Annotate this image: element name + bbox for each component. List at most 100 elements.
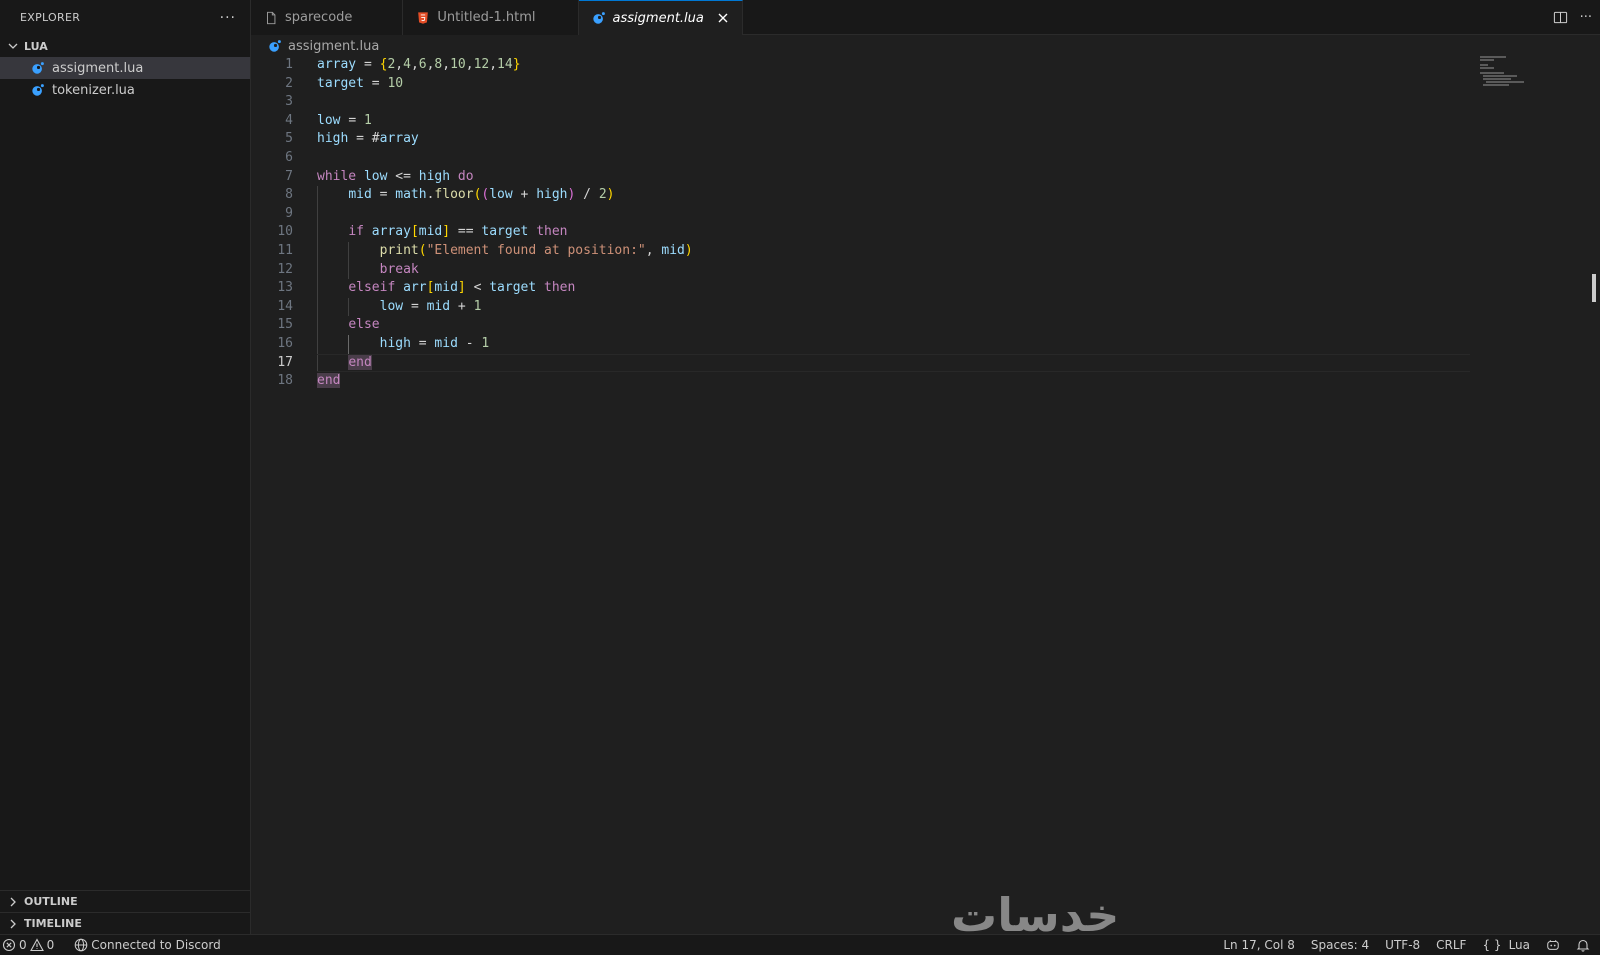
language-label: Lua <box>1508 938 1530 952</box>
code-text: if array[mid] == target then <box>317 223 568 242</box>
outline-section[interactable]: OUTLINE <box>0 890 250 912</box>
line-number: 8 <box>285 187 293 203</box>
code-line: 9 <box>251 204 1470 224</box>
tab-label: sparecode <box>285 10 353 25</box>
file-name: assigment.lua <box>52 60 144 76</box>
code-line: 7 while low <= high do <box>251 168 1470 187</box>
code-line: 15 else <box>251 316 1470 335</box>
file-item-tokenizer[interactable]: tokenizer.lua <box>0 79 250 101</box>
code-text: high = #array <box>317 131 419 147</box>
line-number: 16 <box>277 335 293 351</box>
code-line: 6 <box>251 149 1470 168</box>
line-number: 13 <box>277 280 293 296</box>
explorer-header: EXPLORER ··· <box>0 0 250 35</box>
code-text: break <box>317 260 419 280</box>
timeline-label: TIMELINE <box>24 917 82 930</box>
code-text: high = mid - 1 <box>317 334 489 354</box>
explorer-more-button[interactable]: ··· <box>220 10 236 26</box>
code-line: 18 end <box>251 372 1470 391</box>
globe-icon <box>74 938 88 952</box>
code-text: else <box>317 316 380 335</box>
copilot-icon[interactable] <box>1546 938 1560 952</box>
language-mode[interactable]: { } Lua <box>1482 938 1530 952</box>
file-item-assigment[interactable]: assigment.lua <box>0 57 250 79</box>
problems-indicator[interactable]: 0 0 <box>2 938 54 952</box>
line-number: 7 <box>285 168 293 184</box>
line-number: 3 <box>285 94 293 110</box>
line-number: 6 <box>285 149 293 165</box>
tab-bar: sparecode Untitled-1.html assigment.lua <box>251 0 1600 35</box>
code-line: 2 target = 10 <box>251 75 1470 94</box>
breadcrumb[interactable]: assigment.lua <box>251 35 1600 57</box>
folder-name: LUA <box>24 39 48 53</box>
line-number: 5 <box>285 131 293 147</box>
cursor-position[interactable]: Ln 17, Col 8 <box>1223 938 1295 952</box>
code-line: 3 <box>251 93 1470 112</box>
minimap[interactable] <box>1480 56 1590 92</box>
code-line: 16 high = mid - 1 <box>251 334 1470 354</box>
encoding[interactable]: UTF-8 <box>1385 938 1420 952</box>
status-right: Ln 17, Col 8 Spaces: 4 UTF-8 CRLF { } Lu… <box>1223 938 1600 952</box>
file-name: tokenizer.lua <box>52 82 135 98</box>
line-number: 14 <box>277 298 293 314</box>
code-text: mid = math.floor((low + high) / 2) <box>317 186 614 205</box>
code-text: target = 10 <box>317 75 404 91</box>
line-number: 11 <box>277 242 293 258</box>
discord-label: Connected to Discord <box>91 938 221 952</box>
code-text: low = mid + 1 <box>317 297 481 317</box>
explorer-title: EXPLORER <box>20 11 81 24</box>
error-icon <box>2 938 16 952</box>
line-number: 10 <box>277 224 293 240</box>
sidebar-bottom-sections: OUTLINE TIMELINE <box>0 890 250 934</box>
line-number: 1 <box>285 57 293 72</box>
file-icon <box>263 10 279 26</box>
code-text: end <box>317 353 372 373</box>
code-text: elseif arr[mid] < target then <box>317 279 575 298</box>
code-text: while low <= high do <box>317 168 474 184</box>
line-number: 15 <box>277 317 293 333</box>
tab-assigment-lua[interactable]: assigment.lua <box>578 0 743 35</box>
code-line: 12 break <box>251 260 1470 280</box>
tab-sparecode[interactable]: sparecode <box>251 0 404 35</box>
code-text: low = 1 <box>317 112 372 128</box>
more-actions-button[interactable]: ··· <box>1580 10 1592 25</box>
close-icon[interactable] <box>714 9 732 27</box>
chevron-right-icon <box>6 917 20 931</box>
bell-icon[interactable] <box>1576 938 1590 952</box>
folder-lua[interactable]: LUA <box>0 35 250 57</box>
tab-label: Untitled-1.html <box>437 10 536 25</box>
line-number: 17 <box>277 354 293 370</box>
timeline-section[interactable]: TIMELINE <box>0 912 250 934</box>
line-number: 12 <box>277 261 293 277</box>
indentation[interactable]: Spaces: 4 <box>1311 938 1369 952</box>
lua-icon <box>30 82 46 98</box>
code-text: end <box>317 373 341 389</box>
code-line: 11 print("Element found at position:", m… <box>251 241 1470 261</box>
html-icon <box>415 10 431 26</box>
line-number: 18 <box>277 373 293 389</box>
scrollbar-cursor-marker[interactable] <box>1592 274 1596 302</box>
breadcrumb-file: assigment.lua <box>288 38 380 54</box>
error-count: 0 <box>19 938 27 952</box>
status-bar: 0 0 Connected to Discord Ln 17, Col 8 Sp… <box>0 934 1600 955</box>
code-editor[interactable]: 1 array = {2,4,6,8,10,12,14} 2 target = 10… <box>251 56 1470 391</box>
warning-count: 0 <box>46 938 55 952</box>
code-line: 4 low = 1 <box>251 112 1470 131</box>
split-editor-icon[interactable] <box>1553 10 1568 25</box>
editor-actions: ··· <box>1553 0 1592 35</box>
line-number: 4 <box>285 112 293 128</box>
code-line-current: 17 end <box>251 353 1470 373</box>
code-line: 13 elseif arr[mid] < target then <box>251 279 1470 298</box>
line-number: 9 <box>285 205 293 221</box>
line-endings[interactable]: CRLF <box>1436 938 1466 952</box>
code-line: 5 high = #array <box>251 130 1470 149</box>
discord-status[interactable]: Connected to Discord <box>74 938 221 952</box>
tab-untitled-html[interactable]: Untitled-1.html <box>403 0 579 35</box>
code-line: 1 array = {2,4,6,8,10,12,14} <box>251 56 1470 75</box>
code-text: print("Element found at position:", mid) <box>317 241 693 261</box>
status-left: 0 0 Connected to Discord <box>0 938 221 952</box>
braces-icon: { } <box>1482 938 1502 952</box>
lua-icon <box>591 10 607 26</box>
editor-area: sparecode Untitled-1.html assigment.lua <box>251 0 1600 942</box>
code-line: 14 low = mid + 1 <box>251 297 1470 317</box>
